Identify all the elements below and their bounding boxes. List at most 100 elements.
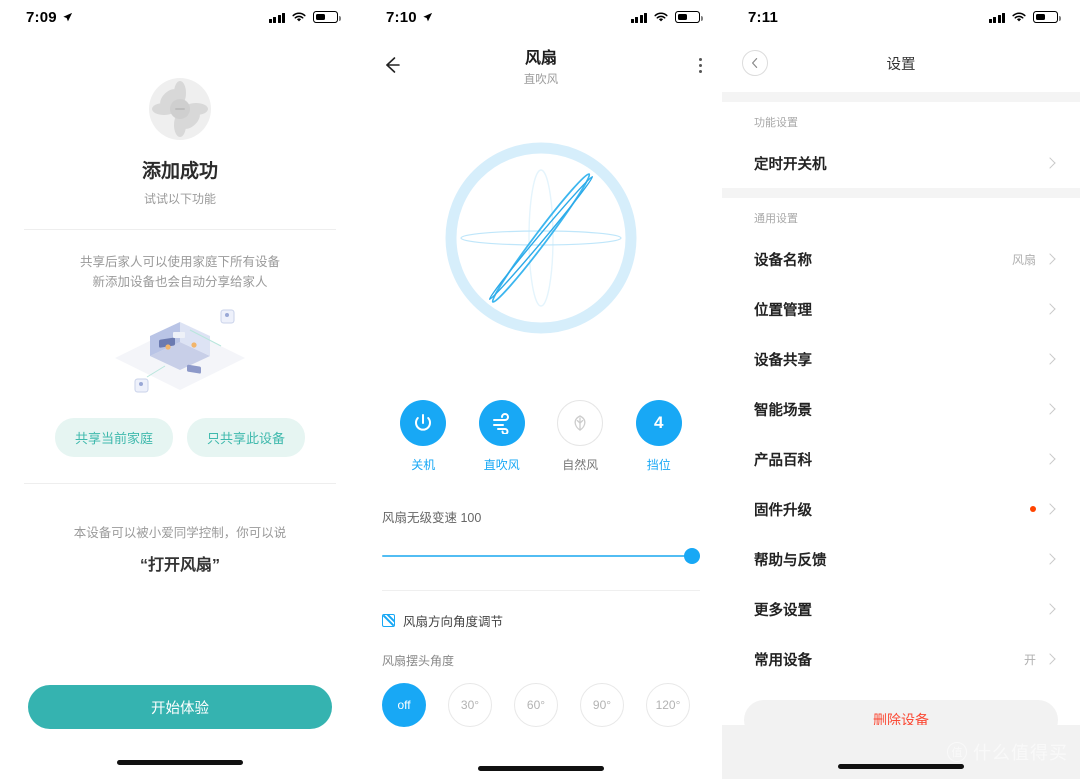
watermark-badge: 值: [947, 742, 967, 762]
home-indicator[interactable]: [478, 766, 604, 771]
row-right: [1044, 303, 1056, 315]
checkbox-checked-icon[interactable]: [382, 614, 395, 627]
angle-off[interactable]: off: [382, 683, 426, 727]
row-label: 设备共享: [754, 352, 812, 369]
angle-90[interactable]: 90°: [580, 683, 624, 727]
status-bar-1: 7:09: [0, 0, 360, 34]
chevron-right-icon: [1044, 403, 1056, 415]
checkbox-label: 风扇方向角度调节: [403, 615, 504, 629]
fan-icon-wrap: [0, 76, 360, 142]
share-description-line1: 共享后家人可以使用家庭下所有设备: [79, 255, 280, 269]
row-label: 产品百科: [754, 452, 812, 469]
nav-title-block: 风扇 直吹风: [360, 44, 722, 87]
chevron-left-icon: [752, 58, 758, 68]
speed-level-value: 4: [654, 413, 664, 432]
location-arrow-icon: [423, 12, 432, 21]
fan-visual-wrap: [360, 138, 722, 338]
chevron-right-icon: [1044, 303, 1056, 315]
signal-bars-icon: [988, 12, 1005, 23]
signal-bars-icon: [268, 12, 285, 23]
angle-120[interactable]: 120°: [646, 683, 690, 727]
chevron-right-icon: [1044, 603, 1056, 615]
chevron-right-icon: [1044, 453, 1056, 465]
row-right: [1044, 553, 1056, 565]
divider: [24, 229, 336, 230]
share-description-line2: 新添加设备也会自动分享给家人: [92, 275, 268, 289]
status-bar-3: 7:11: [722, 0, 1080, 34]
row-right: [1044, 157, 1056, 169]
slider-track-line: [382, 555, 700, 557]
nav-bar-settings: 设置: [722, 34, 1080, 92]
section-header-function: 功能设置: [722, 102, 1080, 138]
start-experience-button[interactable]: 开始体验: [28, 685, 332, 729]
row-label: 固件升级: [754, 502, 812, 519]
row-label: 更多设置: [754, 602, 812, 619]
swing-angle-label: 风扇摆头角度: [382, 654, 455, 668]
home-indicator[interactable]: [838, 764, 964, 769]
row-right: 开: [1023, 651, 1056, 668]
slider-knob[interactable]: [684, 548, 700, 564]
row-label: 帮助与反馈: [754, 552, 827, 569]
chevron-right-icon: [1044, 553, 1056, 565]
section-header-general: 通用设置: [722, 198, 1080, 234]
voice-hint: 本设备可以被小爱同学控制，你可以说 “打开风扇”: [0, 522, 360, 575]
row-value: 风扇: [1011, 252, 1036, 267]
page-title: 添加成功: [141, 161, 218, 182]
mode-icon-wrap: [400, 400, 447, 446]
wind-icon: [492, 413, 509, 434]
mode-speed-level[interactable]: 4 挡位: [635, 400, 682, 473]
battery-icon: [313, 11, 341, 23]
panel-settings: 7:11 设置 功能设置 定时开关机 通用设置 设备名称 风扇 位置管理 设备共…: [722, 0, 1080, 779]
row-label: 位置管理: [754, 302, 812, 319]
status-time: 7:09: [26, 8, 57, 26]
isometric-room-share-illustration: [115, 309, 245, 393]
more-vertical-icon[interactable]: [699, 57, 702, 73]
update-badge-dot: [1030, 506, 1036, 512]
mode-natural-wind[interactable]: 自然风: [557, 400, 604, 473]
chevron-right-icon: [1044, 353, 1056, 365]
chevron-right-icon: [1044, 157, 1056, 169]
room-illustration-wrap: [0, 304, 360, 400]
row-value: 开: [1023, 652, 1036, 667]
row-more-settings[interactable]: 更多设置: [722, 584, 1080, 634]
row-device-sharing[interactable]: 设备共享: [722, 334, 1080, 384]
mode-power-off[interactable]: 关机: [400, 400, 447, 473]
chevron-left-circle-icon[interactable]: [742, 50, 768, 76]
swing-angle-buttons: off 30° 60° 90° 120°: [360, 683, 722, 727]
mode-label: 直吹风: [483, 458, 520, 472]
mode-direct-wind[interactable]: 直吹风: [478, 400, 525, 473]
chevron-right-icon: [1044, 653, 1056, 665]
row-smart-scene[interactable]: 智能场景: [722, 384, 1080, 434]
row-timer-switch[interactable]: 定时开关机: [722, 138, 1080, 188]
fan-icon: [149, 78, 211, 140]
share-this-device-only-button[interactable]: 只共享此设备: [187, 418, 306, 457]
row-product-wiki[interactable]: 产品百科: [722, 434, 1080, 484]
section-gap-2: [722, 188, 1080, 198]
share-description: 共享后家人可以使用家庭下所有设备 新添加设备也会自动分享给家人: [0, 252, 360, 292]
home-indicator[interactable]: [117, 760, 243, 765]
wifi-icon: [1012, 12, 1026, 22]
angle-60[interactable]: 60°: [514, 683, 558, 727]
row-firmware-upgrade[interactable]: 固件升级: [722, 484, 1080, 534]
row-help-feedback[interactable]: 帮助与反馈: [722, 534, 1080, 584]
mode-icon-wrap: [478, 400, 525, 446]
row-location-management[interactable]: 位置管理: [722, 284, 1080, 334]
angle-30[interactable]: 30°: [448, 683, 492, 727]
wifi-icon: [654, 12, 668, 22]
mode-label: 挡位: [646, 458, 671, 472]
voice-hint-phrase: “打开风扇”: [139, 557, 220, 574]
row-device-name[interactable]: 设备名称 风扇: [722, 234, 1080, 284]
arrow-left-icon[interactable]: [380, 53, 404, 77]
battery-icon: [1033, 11, 1061, 23]
share-current-home-button[interactable]: 共享当前家庭: [54, 418, 173, 457]
row-right: 风扇: [1011, 251, 1056, 268]
page-subtitle: 试试以下功能: [143, 192, 216, 206]
wifi-icon: [292, 12, 306, 22]
nav-bar: 风扇 直吹风: [360, 34, 722, 96]
device-mode-subtitle: 直吹风: [523, 73, 559, 86]
speed-slider[interactable]: [382, 548, 700, 564]
power-icon: [415, 414, 432, 431]
row-favorite-device[interactable]: 常用设备 开: [722, 634, 1080, 684]
direction-angle-checkbox-row[interactable]: 风扇方向角度调节: [360, 611, 722, 630]
panel-fan-control: 7:10 风扇 直吹风 关机 直吹风 自然风 4 挡位 风扇无级变速 100 风…: [360, 0, 722, 779]
